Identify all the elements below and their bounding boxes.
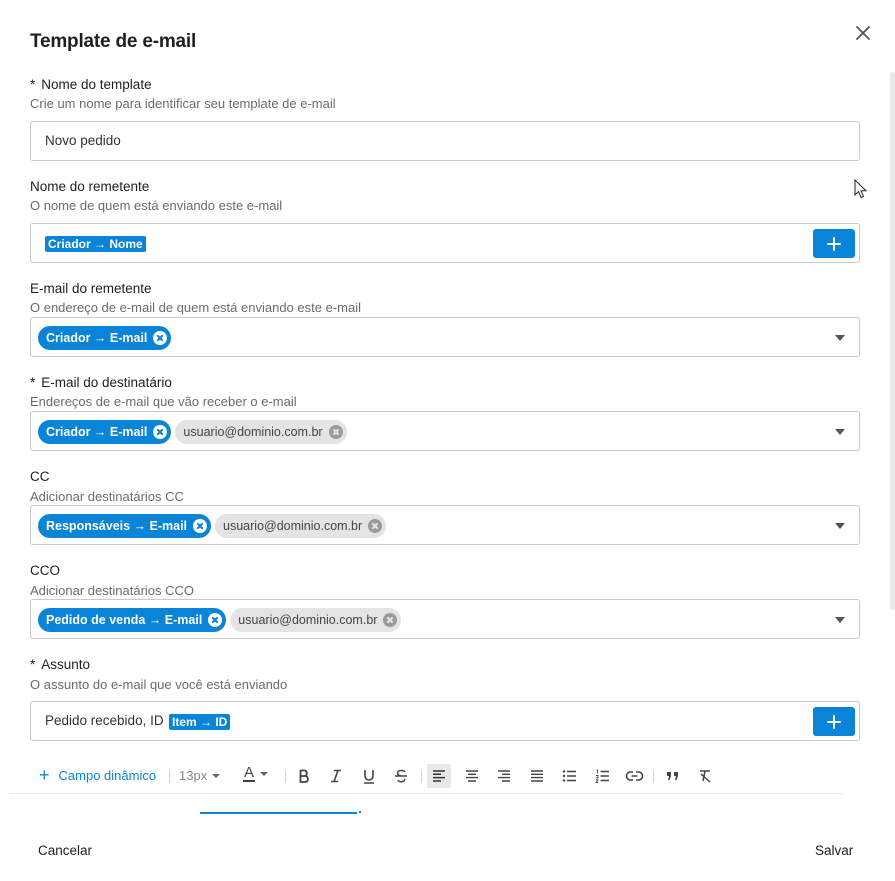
template-name-label: * Nome do template (30, 77, 152, 92)
plus-icon: + (39, 765, 50, 785)
cc-help: Adicionar destinatários CC (30, 489, 184, 504)
align-right-icon (498, 770, 510, 782)
underline-button[interactable] (357, 764, 381, 788)
align-justify-button[interactable] (525, 764, 549, 788)
editor-toolbar: + Campo dinâmico 13px A (30, 760, 860, 792)
remove-chip-icon[interactable] (193, 519, 208, 533)
sender-email-select[interactable]: Criador → E-mail (30, 317, 860, 357)
align-center-icon (466, 770, 478, 782)
chip: usuario@dominio.com.br (230, 608, 402, 632)
dynamic-tag: Item → ID (169, 714, 231, 730)
italic-icon (331, 769, 341, 783)
close-icon (856, 26, 870, 40)
recipient-email-help: Endereços de e-mail que vão receber o e-… (30, 394, 297, 409)
sender-email-help: O endereço de e-mail de quem está envian… (30, 300, 361, 315)
numbered-list-button[interactable] (590, 764, 614, 788)
subject-label: * Assunto (30, 657, 91, 672)
cc-select[interactable]: Responsáveis → E-mail usuario@dominio.co… (30, 505, 860, 545)
chevron-down-icon[interactable] (835, 335, 845, 341)
align-left-button[interactable] (427, 764, 451, 788)
close-button[interactable] (852, 22, 874, 44)
chevron-down-icon[interactable] (835, 523, 845, 529)
sender-name-help: O nome de quem está enviando este e-mail (30, 198, 283, 213)
underline-icon (364, 769, 374, 784)
editor-content-link (200, 812, 357, 814)
chip: usuario@dominio.com.br (175, 420, 347, 444)
remove-chip-icon[interactable] (208, 613, 223, 627)
dynamic-tag: Criador → Nome (45, 236, 146, 252)
subject-help: O assunto do e-mail que você está envian… (30, 677, 288, 692)
chip: Pedido de venda → E-mail (38, 608, 227, 632)
cancel-button[interactable]: Cancelar (38, 843, 92, 858)
chevron-down-icon[interactable] (835, 617, 845, 623)
plus-icon (827, 714, 841, 729)
text-color-select[interactable]: A (243, 764, 269, 782)
link-icon (625, 771, 643, 781)
numbered-list-icon (594, 769, 609, 783)
save-button[interactable]: Salvar (815, 843, 853, 858)
chip: Criador → E-mail (38, 326, 172, 350)
link-button[interactable] (622, 764, 646, 788)
bold-button[interactable] (292, 764, 316, 788)
clear-format-icon (699, 770, 710, 783)
chevron-down-icon (260, 772, 269, 776)
align-right-button[interactable] (492, 764, 516, 788)
chip: usuario@dominio.com.br (215, 514, 387, 538)
add-dynamic-field-button[interactable] (813, 707, 855, 736)
recipient-email-select[interactable]: Criador → E-mail usuario@dominio.com.br (30, 411, 860, 451)
chip: Criador → E-mail (38, 420, 172, 444)
remove-chip-icon[interactable] (153, 425, 168, 439)
remove-chip-icon[interactable] (368, 519, 383, 533)
mouse-cursor-icon (854, 179, 868, 199)
bullet-list-icon (562, 770, 576, 782)
align-left-icon (433, 770, 445, 782)
font-size-select[interactable]: 13px (179, 768, 221, 783)
remove-chip-icon[interactable] (383, 613, 398, 627)
sender-name-label: Nome do remetente (30, 179, 150, 194)
cco-label: CCO (30, 563, 60, 578)
plus-icon (827, 236, 841, 251)
bullet-list-button[interactable] (557, 764, 581, 788)
text-color-icon: A (243, 764, 256, 782)
scrollbar[interactable] (890, 72, 895, 610)
cc-label: CC (30, 469, 50, 484)
chip: Responsáveis → E-mail (38, 514, 212, 538)
add-dynamic-field-button[interactable] (813, 229, 855, 258)
subject-value: Pedido recebido, ID (45, 713, 164, 728)
dialog-title: Template de e-mail (30, 31, 197, 52)
dynamic-field-button[interactable]: + Campo dinâmico (39, 765, 156, 785)
chevron-down-icon (212, 773, 221, 778)
remove-chip-icon[interactable] (328, 425, 343, 439)
template-name-input[interactable]: Novo pedido (30, 121, 860, 161)
align-center-button[interactable] (460, 764, 484, 788)
subject-input[interactable]: Pedido recebido, ID Item → ID (30, 701, 860, 741)
remove-chip-icon[interactable] (153, 331, 168, 345)
strikethrough-button[interactable] (389, 764, 413, 788)
quote-button[interactable] (660, 764, 684, 788)
recipient-email-label: * E-mail do destinatário (30, 375, 172, 390)
sender-email-label: E-mail do remetente (30, 281, 152, 296)
sender-name-input[interactable]: Criador → Nome (30, 223, 860, 263)
strikethrough-icon (395, 769, 407, 783)
chevron-down-icon[interactable] (835, 429, 845, 435)
template-name-help: Crie um nome para identificar seu templa… (30, 96, 336, 111)
align-justify-icon (531, 770, 543, 782)
italic-button[interactable] (324, 764, 348, 788)
quote-icon (666, 772, 678, 780)
template-name-value: Novo pedido (45, 133, 121, 148)
clear-format-button[interactable] (693, 764, 717, 788)
cco-select[interactable]: Pedido de venda → E-mail usuario@dominio… (30, 599, 860, 639)
bold-icon (299, 769, 309, 783)
cco-help: Adicionar destinatários CCO (30, 583, 195, 598)
